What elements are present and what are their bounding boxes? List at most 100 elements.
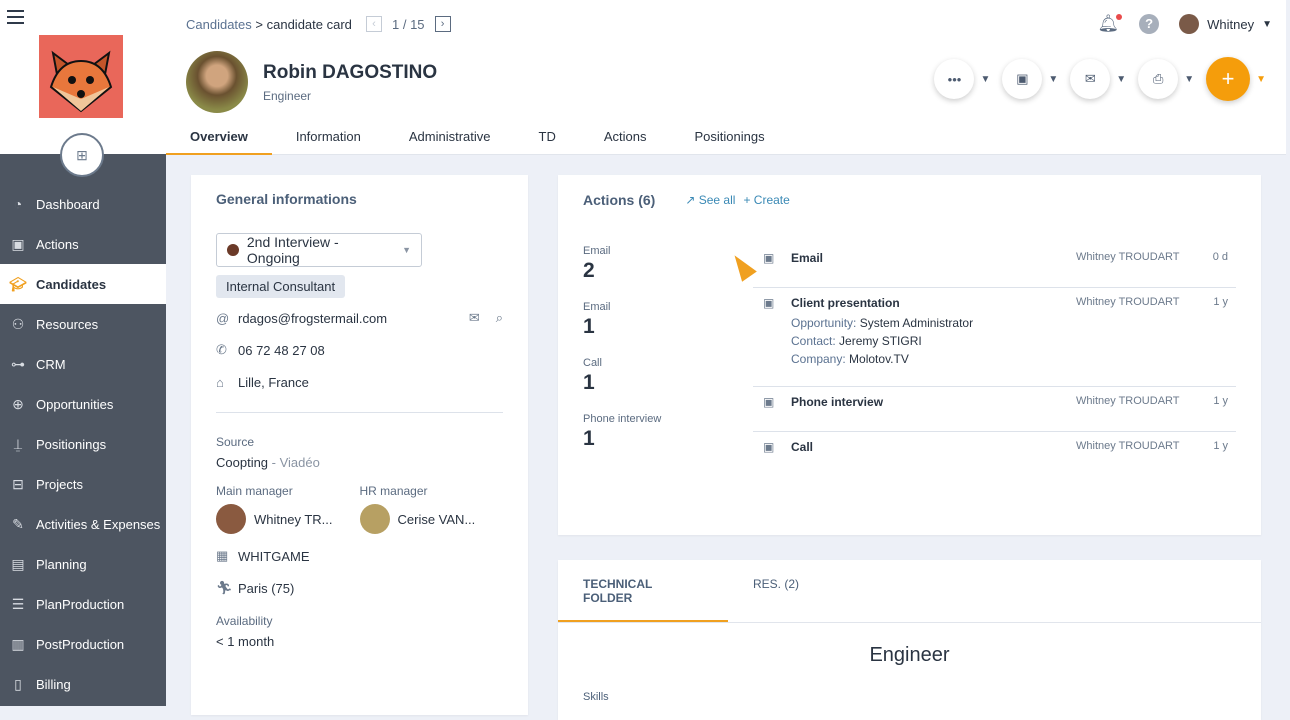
calendar-edit-icon: ▣ (11, 235, 25, 252)
action-item[interactable]: ▣ Call Whitney TROUDART 1 y (753, 432, 1236, 476)
action-item[interactable]: ▣ Client presentation Opportunity: System … (753, 288, 1236, 387)
sidebar-item-dashboard[interactable]: ◔ Dashboard (0, 184, 166, 224)
sidebar-item-planning[interactable]: ▤ Planning (0, 544, 166, 584)
action-count: Email 1 (583, 301, 661, 339)
action-age: 1 y (1213, 440, 1228, 452)
calendar-edit-icon: ▣ (763, 296, 775, 310)
status-dot (227, 244, 239, 256)
sidebar-item-label: Activities & Expenses (36, 516, 161, 532)
calculator-icon: ▥ (11, 635, 25, 652)
external-link-icon: ↗ (685, 193, 696, 207)
help-icon[interactable]: ? (1139, 14, 1160, 34)
edit-icon: ✎ (12, 515, 24, 532)
sidebar-item-label: Actions (36, 236, 79, 252)
company: WHITGAME (238, 548, 310, 564)
main-manager-name[interactable]: Whitney TR... (254, 512, 333, 527)
phone-icon: ✆ (216, 342, 227, 357)
tab-actions[interactable]: Actions (580, 122, 671, 155)
action-count: Phone interview 1 (583, 413, 661, 451)
sidebar-item-label: Candidates (36, 276, 107, 292)
document-dropdown-icon[interactable]: ▼ (1184, 74, 1194, 85)
count-label: Call (583, 357, 602, 369)
more-button[interactable]: ••• (934, 59, 975, 99)
apps-grid-button[interactable]: ⊞ (60, 133, 104, 177)
hr-manager-label: HR manager (359, 484, 428, 498)
previous-icon[interactable]: ‹ (366, 16, 382, 32)
count-label: Email (583, 245, 611, 257)
document-button[interactable]: ⎙ (1138, 59, 1179, 99)
status-select[interactable]: 2nd Interview - Ongoing ▼ (216, 233, 422, 267)
tab-administrative[interactable]: Administrative (385, 122, 515, 155)
general-info-card: General informations 2nd Interview - Ong… (191, 175, 528, 715)
sidebar-item-label: Opportunities (36, 396, 114, 412)
page-header: Candidates > candidate card ‹ 1 / 15 › Rob… (166, 0, 1286, 155)
tab-bar: Overview Information Administrative TD Actio… (166, 122, 789, 155)
caret-down-icon: ▼ (1262, 18, 1272, 30)
comment-dropdown-icon[interactable]: ▼ (1048, 74, 1058, 85)
user-menu[interactable]: Whitney ▼ (1179, 14, 1272, 34)
tab-information[interactable]: Information (272, 122, 385, 155)
action-item[interactable]: ▣ Phone interview Whitney TROUDART 1 y (753, 387, 1236, 432)
count-label: Phone interview (583, 413, 662, 425)
tab-overview[interactable]: Overview (166, 122, 272, 155)
comment-button[interactable]: ▣ (1002, 59, 1043, 99)
add-button[interactable]: + (1206, 57, 1251, 101)
sidebar-item-projects[interactable]: ⊟ Projects (0, 464, 166, 504)
email[interactable]: rdagos@frogstermail.com (238, 311, 387, 326)
sidebar-item-crm[interactable]: ⊶ CRM (0, 344, 166, 384)
hr-manager-name[interactable]: Cerise VAN... (398, 512, 476, 527)
send-email-icon[interactable]: ✉ (469, 310, 480, 326)
action-count: Email 2 (583, 245, 661, 283)
see-all-link[interactable]: ↗ See all (685, 193, 735, 207)
next-icon[interactable]: › (434, 16, 451, 32)
org-chart-icon: ⊶ (11, 355, 25, 372)
sidebar-item-postproduction[interactable]: ▥ PostProduction (0, 624, 166, 664)
tab-positionings[interactable]: Positionings (671, 122, 789, 155)
pager-count: 1 / 15 (392, 16, 425, 32)
search-icon[interactable]: ⌕ (496, 310, 503, 326)
email-dropdown-icon[interactable]: ▼ (1116, 74, 1126, 85)
sidebar-item-billing[interactable]: ▯ Billing (0, 664, 166, 704)
action-owner: Whitney TROUDART (1076, 296, 1180, 308)
detail-value[interactable]: Jeremy STIGRI (839, 334, 922, 348)
email-button[interactable]: ✉ (1070, 59, 1111, 99)
menu-icon[interactable] (7, 10, 24, 28)
source-detail: - Viadéo (271, 455, 320, 470)
breadcrumb-candidates-link[interactable]: Candidates (186, 17, 252, 32)
availability-value: < 1 month (216, 634, 275, 649)
bar-chart-icon: ☰ (11, 595, 25, 612)
sidebar-item-opportunities[interactable]: ⊕ Opportunities (0, 384, 166, 424)
sidebar-item-resources[interactable]: ⚇ Resources (0, 304, 166, 344)
breadcrumb-current: > candidate card (255, 17, 352, 32)
add-dropdown-icon[interactable]: ▼ (1256, 74, 1266, 85)
phone[interactable]: 06 72 48 27 08 (238, 343, 325, 358)
action-counts: Email 2 Email 1 Call 1 Phone interview 1 (583, 245, 661, 469)
sidebar-item-actions[interactable]: ▣ Actions (0, 224, 166, 264)
candidate-avatar (186, 51, 248, 113)
action-item[interactable]: ▣ Email Whitney TROUDART 0 d (753, 243, 1236, 288)
tab-technical-folder[interactable]: TECHNICAL FOLDER (558, 560, 728, 622)
availability-label: Availability (216, 614, 273, 628)
sidebar-item-candidates[interactable]: 🎓︎ Candidates (0, 264, 166, 304)
create-link[interactable]: + Create (743, 193, 789, 207)
sidebar-item-planproduction[interactable]: ☰ PlanProduction (0, 584, 166, 624)
action-owner: Whitney TROUDART (1076, 440, 1180, 452)
tab-resumes[interactable]: RES. (2) (728, 560, 824, 622)
action-age: 1 y (1213, 296, 1228, 308)
users-icon: ⚇ (11, 315, 25, 332)
tab-td[interactable]: TD (515, 122, 580, 155)
detail-key: Company: (791, 352, 846, 366)
sidebar-item-positionings[interactable]: ⍊ Positionings (0, 424, 166, 464)
bell-icon[interactable]: 🔔︎ (1098, 14, 1123, 34)
detail-value[interactable]: System Administrator (860, 316, 973, 330)
status-value: 2nd Interview - Ongoing (246, 234, 339, 266)
pager: ‹ 1 / 15 › (366, 16, 451, 32)
hr-manager-avatar (359, 504, 390, 534)
detail-value[interactable]: Molotov.TV (849, 352, 909, 366)
detail-key: Opportunity: (791, 316, 857, 330)
chevron-down-icon: ▼ (402, 245, 411, 255)
sidebar-item-activities-expenses[interactable]: ✎ Activities & Expenses (0, 504, 166, 544)
see-all-label: See all (698, 193, 736, 207)
action-title: Call (791, 440, 814, 454)
more-dropdown-icon[interactable]: ▼ (980, 74, 990, 85)
